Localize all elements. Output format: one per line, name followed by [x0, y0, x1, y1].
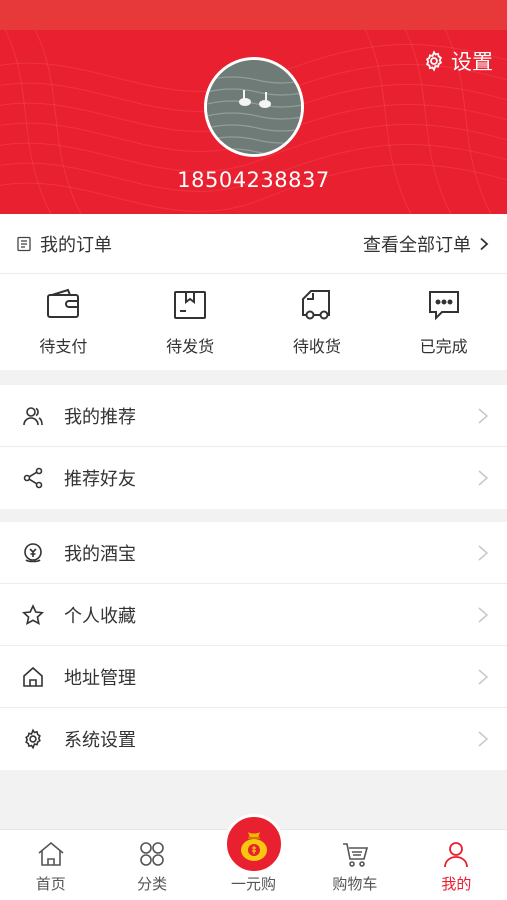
- users-icon: [22, 405, 44, 427]
- settings-label: 设置: [451, 50, 493, 74]
- tab-home[interactable]: 首页: [0, 830, 101, 900]
- chevron-right-icon: [477, 668, 489, 686]
- tab-label: 一元购: [231, 875, 277, 893]
- tab-label: 分类: [137, 875, 168, 893]
- box-icon: [172, 287, 208, 323]
- profile-header: 设置 18504238837: [0, 30, 507, 214]
- gear-icon: [423, 50, 445, 72]
- chat-icon: [426, 287, 462, 323]
- menu-group-account: 我的酒宝 个人收藏 地址管理 系统设置: [0, 522, 507, 770]
- chevron-right-icon: [477, 606, 489, 624]
- tab-category[interactable]: 分类: [101, 830, 202, 900]
- home-icon: [36, 839, 66, 869]
- truck-icon: [299, 287, 335, 323]
- order-status-to-receive[interactable]: 待收货: [254, 274, 381, 370]
- menu-item-recommend-friends[interactable]: 推荐好友: [0, 447, 507, 509]
- grid-icon: [137, 839, 167, 869]
- menu-item-label: 系统设置: [64, 730, 136, 751]
- menu-item-my-referrals[interactable]: 我的推荐: [0, 385, 507, 447]
- order-status-label: 待支付: [39, 337, 88, 356]
- moneybag-icon: [234, 824, 274, 864]
- menu-item-label: 个人收藏: [64, 605, 136, 627]
- order-status-label: 已完成: [419, 337, 468, 356]
- order-status-row: 待支付 待发货 待收货 已完成: [0, 274, 507, 370]
- star-icon: [22, 603, 44, 626]
- view-all-orders-link[interactable]: 查看全部订单: [363, 231, 491, 257]
- order-status-completed[interactable]: 已完成: [380, 274, 507, 370]
- coin-icon: [22, 542, 44, 564]
- gear-icon: [22, 728, 44, 750]
- user-phone: 18504238837: [177, 168, 330, 192]
- tab-label: 购物车: [332, 875, 378, 893]
- chevron-right-icon: [477, 237, 491, 251]
- chevron-right-icon: [477, 407, 489, 425]
- chevron-right-icon: [477, 730, 489, 748]
- chevron-right-icon: [477, 544, 489, 562]
- view-all-orders-label: 查看全部订单: [363, 234, 471, 256]
- menu-item-label: 地址管理: [64, 667, 136, 689]
- wallet-icon: [45, 287, 81, 323]
- avatar[interactable]: [204, 57, 304, 157]
- order-status-to-ship[interactable]: 待发货: [127, 274, 254, 370]
- tab-label: 我的: [441, 875, 472, 893]
- share-icon: [22, 467, 44, 489]
- order-status-label: 待收货: [292, 337, 341, 356]
- person-icon: [441, 839, 471, 869]
- orders-title: 我的订单: [40, 234, 112, 256]
- tab-one-yuan-buy[interactable]: 一元购: [203, 814, 304, 900]
- bottom-tab-bar: 首页 分类 一元购 购物车 我的: [0, 814, 507, 900]
- menu-item-label: 推荐好友: [64, 469, 136, 490]
- home-icon: [22, 666, 44, 688]
- menu-group-referral: 我的推荐 推荐好友: [0, 385, 507, 509]
- menu-item-system-settings[interactable]: 系统设置: [0, 708, 507, 770]
- tab-mine[interactable]: 我的: [406, 830, 507, 900]
- chevron-right-icon: [477, 469, 489, 487]
- menu-item-label: 我的推荐: [64, 406, 136, 428]
- one-yuan-buy-badge: [223, 814, 284, 874]
- status-bar: [0, 0, 507, 30]
- menu-item-label: 我的酒宝: [64, 543, 136, 565]
- tab-cart[interactable]: 购物车: [304, 830, 405, 900]
- menu-item-wine-treasure[interactable]: 我的酒宝: [0, 522, 507, 584]
- order-list-icon: [16, 236, 32, 252]
- order-status-pending-payment[interactable]: 待支付: [0, 274, 127, 370]
- tab-label: 首页: [35, 875, 66, 893]
- my-orders-section: 我的订单 查看全部订单 待支付 待发货 待收货 已完成: [0, 214, 507, 370]
- orders-header: 我的订单 查看全部订单: [0, 214, 507, 274]
- menu-item-favorites[interactable]: 个人收藏: [0, 584, 507, 646]
- settings-button[interactable]: 设置: [423, 46, 493, 76]
- cart-icon: [340, 839, 370, 869]
- order-status-label: 待发货: [166, 337, 215, 356]
- menu-item-address-management[interactable]: 地址管理: [0, 646, 507, 708]
